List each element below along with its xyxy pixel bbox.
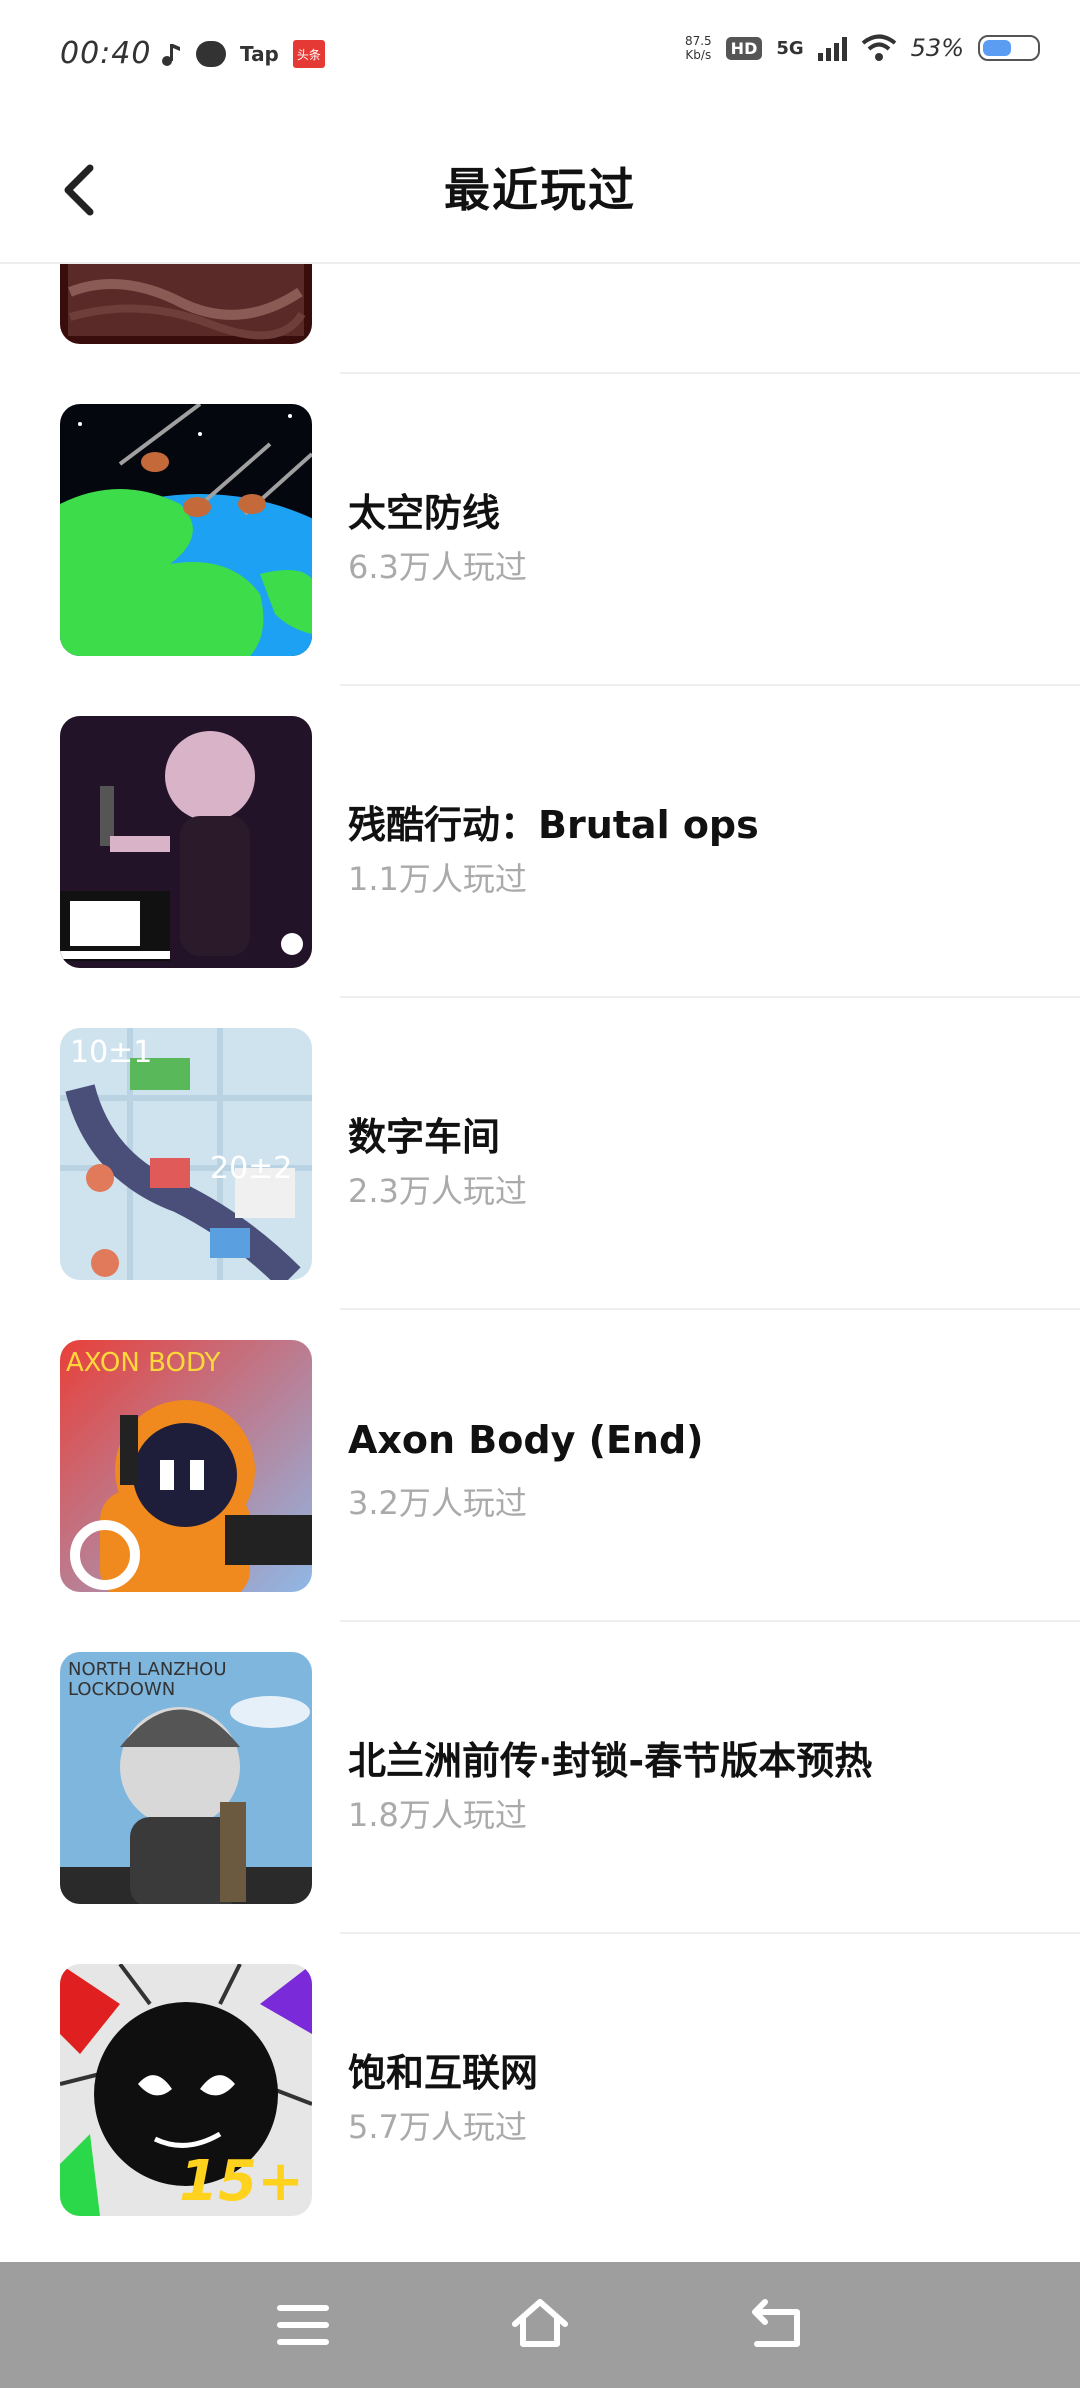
- axon-body-thumbnail: AXON BODY: [60, 1340, 312, 1592]
- game-play-count: 3.2万人玩过: [348, 1484, 527, 1522]
- list-item[interactable]: AXON BODY Axon Body (End) 3.2万人玩过: [0, 1310, 1080, 1622]
- saturated-internet-thumbnail: 15+: [60, 1964, 312, 2216]
- game-name: 太空防线: [348, 491, 501, 535]
- partial-game-thumbnail: [60, 264, 312, 344]
- list-item[interactable]: 太空防线 6.3万人玩过: [0, 374, 1080, 686]
- game-name: 数字车间: [348, 1115, 501, 1159]
- game-play-count: 2.3万人玩过: [348, 1172, 527, 1210]
- notification-icons: Tap 头条: [160, 40, 325, 68]
- age-rating-badge: 15+: [179, 2149, 304, 2214]
- thumbnail-caption: AXON BODY: [66, 1348, 221, 1378]
- music-note-icon: [160, 40, 182, 68]
- system-nav-bar: [0, 2262, 1080, 2388]
- game-name: Axon Body (End): [348, 1418, 704, 1462]
- list-item[interactable]: 残酷行动：Brutal ops 1.1万人玩过: [0, 686, 1080, 998]
- chat-bubble-icon: [196, 41, 226, 67]
- list-item[interactable]: NORTH LANZHOU LOCKDOWN 北兰洲前传·封锁-春节版本预热 1…: [0, 1622, 1080, 1934]
- network-speed-unit: Kb/s: [685, 48, 712, 62]
- status-indicators: 87.5 Kb/s HD 5G 53%: [685, 34, 1040, 62]
- number-workshop-thumbnail: 10±1 20±2: [60, 1028, 312, 1280]
- north-lanzhou-thumbnail: NORTH LANZHOU LOCKDOWN: [60, 1652, 312, 1904]
- page-title: 最近玩过: [444, 163, 636, 217]
- taptap-icon: Tap: [240, 42, 279, 66]
- game-play-count: 5.7万人玩过: [348, 2108, 527, 2146]
- svg-text:10±1: 10±1: [70, 1035, 152, 1070]
- app-bar: 最近玩过: [0, 118, 1080, 264]
- recent-games-list: 太空防线 6.3万人玩过 残酷行动：Brutal ops 1.1万人玩过 10±…: [0, 264, 1080, 2262]
- battery-fill: [983, 40, 1011, 56]
- network-type: 5G: [776, 37, 804, 59]
- wifi-icon: [861, 34, 896, 61]
- news-app-icon: 头条: [292, 40, 325, 68]
- home-icon[interactable]: [507, 2292, 573, 2358]
- thumbnail-caption: NORTH LANZHOU LOCKDOWN: [68, 1659, 227, 1700]
- list-item[interactable]: [0, 264, 1080, 374]
- game-name: 残酷行动：Brutal ops: [348, 803, 759, 847]
- list-item[interactable]: 10±1 20±2 数字车间 2.3万人玩过: [0, 998, 1080, 1310]
- network-speed: 87.5 Kb/s: [685, 34, 712, 62]
- brutal-ops-thumbnail: [60, 716, 312, 968]
- signal-strength-icon: [817, 35, 847, 61]
- status-bar: 00:40 Tap 头条 87.5 Kb/s HD 5G 53%: [0, 0, 1080, 118]
- status-time: 00:40: [60, 36, 152, 71]
- network-speed-value: 87.5: [684, 34, 712, 48]
- battery-icon: [978, 35, 1040, 61]
- list-item[interactable]: 15+ 饱和互联网 5.7万人玩过: [0, 1934, 1080, 2246]
- back-arrow-icon[interactable]: [745, 2292, 811, 2358]
- menu-icon[interactable]: [270, 2292, 336, 2358]
- game-name: 饱和互联网: [348, 2051, 539, 2095]
- svg-text:20±2: 20±2: [210, 1151, 292, 1186]
- space-meteor-thumbnail: [60, 404, 312, 656]
- game-play-count: 1.8万人玩过: [348, 1796, 527, 1834]
- game-play-count: 6.3万人玩过: [348, 548, 527, 586]
- hd-icon: HD: [725, 36, 763, 60]
- battery-percent: 53%: [910, 34, 964, 62]
- game-play-count: 1.1万人玩过: [348, 860, 527, 898]
- game-name: 北兰洲前传·封锁-春节版本预热: [348, 1739, 873, 1783]
